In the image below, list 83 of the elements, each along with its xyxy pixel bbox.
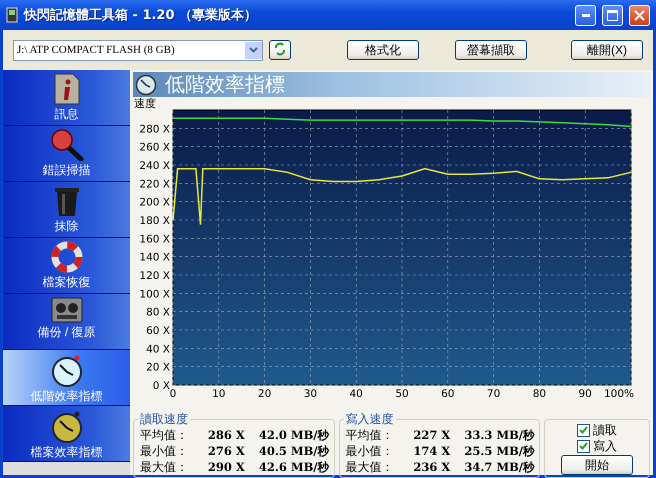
stat-label: 最小值：	[346, 443, 394, 459]
stat-speed: 33.3 MB/秒	[463, 427, 535, 443]
stopwatch-icon	[50, 409, 82, 443]
stat-speed: 40.5 MB/秒	[258, 443, 330, 459]
refresh-button[interactable]	[269, 40, 291, 60]
x-tick-label: 0	[170, 388, 176, 400]
stat-ratio: 236 X	[412, 459, 450, 475]
y-tick-label: 0 X	[152, 380, 170, 392]
y-tick-label: 200 X	[139, 196, 170, 209]
y-tick-label: 240 X	[139, 160, 170, 172]
y-tick-label: 160 X	[139, 233, 170, 246]
y-tick-label: 260 X	[139, 142, 170, 154]
toolbar-button[interactable]: 螢幕擷取	[455, 40, 527, 60]
x-tick-label: 100%	[604, 388, 634, 400]
stat-ratio: 286 X	[206, 427, 245, 443]
x-tick-label: 70	[486, 388, 500, 400]
toolbar-button[interactable]: 格式化	[347, 40, 419, 60]
y-tick-label: 60 X	[146, 325, 170, 337]
stopwatch-icon	[135, 74, 157, 96]
stat-ratio: 276 X	[206, 443, 245, 459]
memory-card-icon	[6, 7, 18, 23]
sidebar-item[interactable]: 備份 / 復原	[3, 294, 130, 350]
y-tick-label: 220 X	[139, 178, 170, 190]
y-tick-label: 20 X	[146, 362, 170, 374]
info-document-icon	[52, 73, 80, 105]
stat-ratio: 227 X	[412, 427, 450, 443]
refresh-icon	[274, 42, 286, 56]
trash-can-icon	[54, 185, 80, 217]
stat-speed: 34.7 MB/秒	[463, 459, 535, 475]
group-title: 讀取速度	[138, 411, 190, 428]
sidebar-item[interactable]: 訊息	[3, 70, 130, 126]
stat-speed: 25.5 MB/秒	[463, 443, 535, 459]
minimize-button[interactable]	[575, 4, 596, 26]
x-tick-label: 80	[532, 388, 546, 400]
sidebar-item[interactable]: 抹除	[3, 182, 130, 238]
sidebar-item[interactable]: 錯誤掃描	[3, 126, 130, 182]
tape-recorder-icon	[50, 297, 82, 323]
chevron-down-icon	[249, 47, 258, 53]
sidebar-item[interactable]: 檔案恢復	[3, 238, 130, 294]
stat-label: 最大值：	[140, 459, 189, 475]
stat-speed: 42.6 MB/秒	[258, 459, 330, 475]
stat-label: 平均值：	[140, 427, 189, 443]
option-checkbox[interactable]: 讀取	[577, 422, 617, 438]
stat-ratio: 174 X	[412, 443, 450, 459]
option-checkbox[interactable]: 寫入	[577, 438, 617, 454]
group-title: 寫入速度	[344, 411, 396, 428]
sidebar-item[interactable]: 檔案效率指標	[3, 406, 130, 462]
y-tick-label: 280 X	[139, 123, 170, 136]
y-tick-label: 140 X	[139, 252, 170, 264]
lifebuoy-icon	[50, 241, 82, 273]
x-tick-label: 30	[304, 388, 318, 400]
y-tick-label: 40 X	[146, 343, 170, 356]
y-tick-label: 180 X	[139, 215, 170, 227]
y-tick-label: 120 X	[139, 270, 170, 282]
maximize-button[interactable]	[602, 4, 623, 26]
close-button[interactable]	[629, 4, 650, 26]
x-tick-label: 60	[441, 388, 454, 400]
stat-label: 最小值：	[140, 443, 189, 459]
y-axis-title: 速度	[134, 97, 156, 110]
y-tick-label: 80 X	[146, 306, 170, 319]
close-icon	[634, 10, 645, 20]
minimize-icon	[582, 14, 590, 16]
stat-ratio: 290 X	[206, 459, 245, 475]
maximize-icon	[607, 10, 618, 20]
y-tick-label: 100 X	[139, 288, 170, 300]
start-button[interactable]: 開始	[561, 455, 633, 475]
panel-title: 低階效率指標	[165, 71, 285, 98]
x-tick-label: 20	[258, 388, 272, 400]
magnifier-icon	[50, 129, 84, 161]
x-tick-label: 50	[395, 388, 409, 400]
stat-label: 平均值：	[346, 427, 394, 443]
drive-dropdown[interactable]: J:\ ATP COMPACT FLASH (8 GB)	[13, 40, 263, 60]
stat-label: 最大值：	[346, 459, 394, 475]
checkbox[interactable]	[577, 440, 590, 452]
x-tick-label: 40	[350, 388, 363, 400]
stat-speed: 42.0 MB/秒	[258, 427, 330, 443]
x-tick-label: 90	[578, 388, 592, 400]
stopwatch-icon	[50, 353, 82, 387]
toolbar-button[interactable]: 離開(X)	[571, 40, 643, 60]
checkbox[interactable]	[577, 424, 590, 436]
x-tick-label: 10	[212, 388, 226, 400]
sidebar-item[interactable]: 低階效率指標	[3, 350, 130, 406]
window-title: 快閃記憶體工具箱 - 1.20 （專業版本）	[24, 7, 258, 24]
